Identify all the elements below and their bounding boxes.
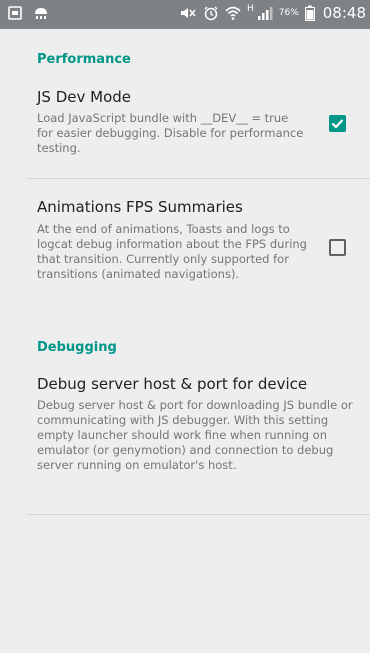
section-header-performance: Performance: [37, 52, 131, 67]
js-dev-mode-checkbox[interactable]: [329, 115, 346, 132]
divider: [26, 514, 370, 515]
checkmark-icon: [331, 119, 344, 129]
wifi-icon: [225, 5, 241, 21]
pref-summary: Load JavaScript bundle with __DEV__ = tr…: [37, 111, 304, 155]
animations-fps-checkbox[interactable]: [329, 239, 346, 256]
screenshot-icon: [8, 5, 22, 21]
alarm-icon: [203, 5, 219, 21]
pref-title: JS Dev Mode: [37, 88, 132, 106]
status-bar: H 76% 08:48: [0, 0, 370, 29]
pref-debug-server-host[interactable]: Debug server host & port for device Debu…: [0, 375, 370, 513]
pref-summary: Debug server host & port for downloading…: [37, 398, 353, 472]
status-time: 08:48: [322, 4, 366, 22]
pref-animations-fps[interactable]: Animations FPS Summaries At the end of a…: [0, 198, 370, 308]
pref-js-dev-mode[interactable]: JS Dev Mode Load JavaScript bundle with …: [0, 88, 370, 178]
divider: [26, 178, 370, 179]
section-header-debugging: Debugging: [37, 340, 117, 355]
notification-icon: [32, 5, 50, 21]
network-type-label: H: [246, 4, 254, 14]
pref-title: Animations FPS Summaries: [37, 198, 243, 216]
mute-icon: [179, 5, 197, 21]
pref-summary: At the end of animations, Toasts and log…: [37, 222, 307, 281]
battery-percent: 76%: [278, 8, 299, 18]
signal-icon: [257, 5, 273, 21]
pref-title: Debug server host & port for device: [37, 375, 308, 393]
battery-icon: [304, 5, 315, 21]
